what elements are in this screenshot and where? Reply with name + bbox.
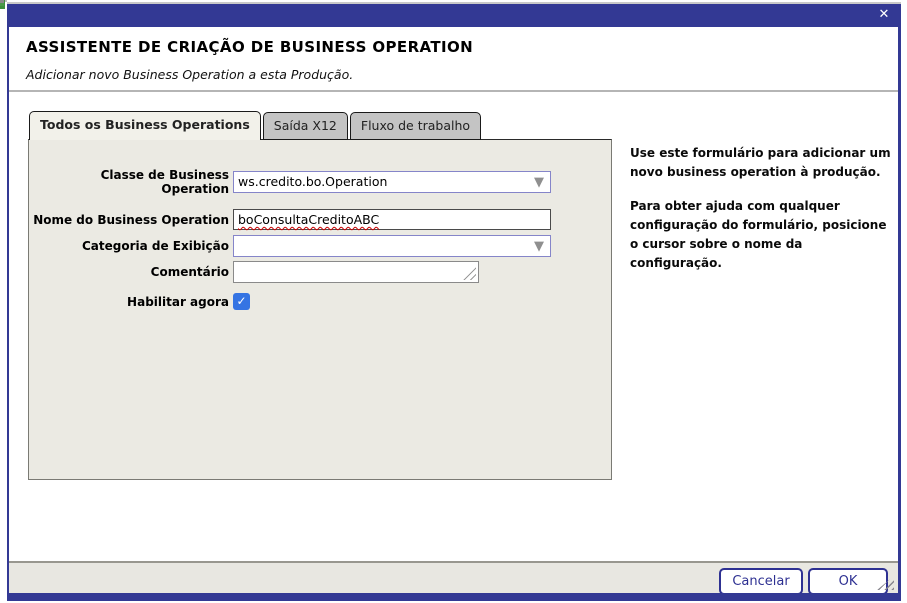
comment-field-label: Comentário	[29, 265, 233, 279]
enable-now-checkbox[interactable]: ✓	[233, 293, 250, 310]
tab-bar: Todos os Business Operations Saída X12 F…	[29, 111, 483, 140]
dialog-body: ASSISTENTE DE CRIAÇÃO DE BUSINESS OPERAT…	[7, 27, 901, 595]
dialog-footer: Cancelar OK	[9, 561, 898, 593]
form-row-enable: Habilitar agora ✓	[29, 293, 611, 310]
form-row-comment: Comentário	[29, 261, 611, 283]
category-field-label: Categoria de Exibição	[29, 239, 233, 253]
chevron-down-icon[interactable]: ▼	[534, 237, 544, 257]
enable-now-label: Habilitar agora	[29, 295, 233, 309]
tab-content-panel: Classe de Business Operation ws.credito.…	[28, 139, 612, 480]
dialog-titlebar: ✕	[7, 4, 901, 27]
class-dropdown[interactable]: ws.credito.bo.Operation ▼	[233, 171, 551, 193]
form-row-category: Categoria de Exibição ▼	[29, 235, 611, 257]
page-subtitle: Adicionar novo Business Operation a esta…	[26, 67, 353, 82]
cancel-button[interactable]: Cancelar	[719, 568, 803, 595]
ok-button[interactable]: OK	[808, 568, 888, 595]
close-icon[interactable]: ✕	[876, 7, 892, 23]
form-row-class: Classe de Business Operation ws.credito.…	[29, 168, 611, 196]
business-operation-form: Classe de Business Operation ws.credito.…	[29, 168, 611, 310]
background-text-speck	[0, 0, 4, 3]
tab-saida-x12[interactable]: Saída X12	[263, 112, 348, 140]
help-paragraph-2: Para obter ajuda com qualquer configuraç…	[630, 197, 892, 273]
dialog-bottom-bar	[7, 593, 901, 601]
resize-grip-icon[interactable]	[463, 267, 476, 280]
tab-fluxo-de-trabalho[interactable]: Fluxo de trabalho	[350, 112, 481, 140]
chevron-down-icon[interactable]: ▼	[534, 173, 544, 193]
class-dropdown-value: ws.credito.bo.Operation	[238, 172, 387, 192]
class-field-label: Classe de Business Operation	[29, 168, 233, 196]
name-input-value: boConsultaCreditoABC	[238, 211, 379, 229]
business-operation-wizard-dialog: ✕ ASSISTENTE DE CRIAÇÃO DE BUSINESS OPER…	[7, 2, 901, 601]
category-dropdown[interactable]: ▼	[233, 235, 551, 257]
help-paragraph-1: Use este formulário para adicionar um no…	[630, 144, 892, 182]
name-input[interactable]: boConsultaCreditoABC	[233, 209, 551, 230]
header-divider	[9, 90, 898, 92]
tab-todos-os-business-operations[interactable]: Todos os Business Operations	[29, 111, 261, 140]
name-field-label: Nome do Business Operation	[29, 213, 233, 227]
help-text: Use este formulário para adicionar um no…	[630, 144, 892, 288]
page-title: ASSISTENTE DE CRIAÇÃO DE BUSINESS OPERAT…	[26, 38, 473, 56]
comment-textarea[interactable]	[233, 261, 479, 283]
form-row-name: Nome do Business Operation boConsultaCre…	[29, 209, 611, 230]
